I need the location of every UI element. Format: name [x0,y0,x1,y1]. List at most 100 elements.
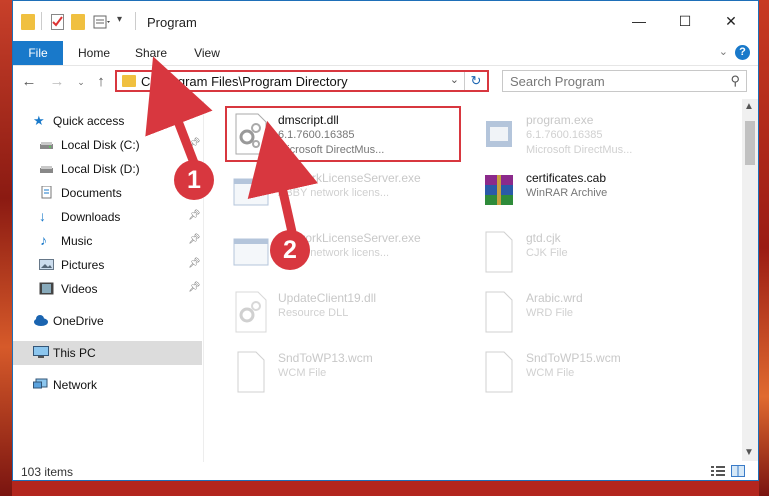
new-folder-icon[interactable] [71,14,85,30]
file-type: WCM File [278,367,327,379]
folder-icon [21,14,35,30]
list-item[interactable]: gtd.cjk CJK File [476,225,716,277]
sidebar-item-network[interactable]: Network [13,373,202,397]
large-icons-view-icon[interactable] [731,465,745,477]
sidebar-item-label: Network [53,378,98,392]
tab-view[interactable]: View [187,41,227,65]
list-item[interactable]: program.exe 6.1.7600.16385 Microsoft Dir… [476,107,716,159]
tab-share[interactable]: Share [131,41,171,65]
search-icon[interactable]: ⚲ [730,73,740,89]
file-name: program.exe [526,113,594,127]
pin-icon[interactable]: 📌︎ [188,210,201,221]
list-item[interactable]: certificates.cab WinRAR Archive [476,165,716,217]
desktop-background-right [759,0,769,496]
file-type: WCM File [526,367,575,379]
file-type: WRD File [526,307,574,319]
details-view-icon[interactable] [711,465,725,477]
list-item[interactable]: NetworkLicenseServer.exe ABBY network li… [228,225,468,277]
close-button[interactable]: ✕ [721,13,741,29]
help-button[interactable]: ? [735,45,750,60]
expand-ribbon-icon[interactable]: ⌄ [719,45,728,58]
sidebar-item-this-pc[interactable]: This PC [13,341,202,365]
pin-icon[interactable]: 📌︎ [188,138,201,149]
dll-gear-icon [232,291,270,333]
file-version: 6.1.7600.16385 [526,129,603,141]
tab-home[interactable]: Home [71,41,117,65]
back-button[interactable]: ← [19,72,39,92]
sidebar-item-onedrive[interactable]: OneDrive [13,309,202,333]
folder-icon [122,75,136,87]
file-name: UpdateClient19.dll [278,291,377,305]
sidebar-item-label: This PC [53,346,96,360]
search-box[interactable]: Search Program ⚲ [502,70,747,92]
music-icon: ♪ [40,232,47,248]
file-type: Resource DLL [278,307,349,319]
pin-icon[interactable]: 📌︎ [188,282,201,293]
sidebar-item-label: Downloads [61,210,121,224]
pin-icon[interactable]: 📌︎ [188,234,201,245]
title-bar: ▾ Program — ☐ ✕ [13,1,758,41]
vertical-scrollbar[interactable]: ▲ ▼ [742,99,758,461]
recent-locations-icon[interactable]: ⌄ [71,72,91,92]
properties-icon[interactable] [51,14,64,30]
file-name: Arabic.wrd [526,291,583,305]
customize-icon[interactable] [93,14,111,30]
navigation-pane: ★ Quick access Local Disk (C:) 📌︎ Local … [13,101,204,466]
list-item[interactable]: SndToWP15.wcm WCM File [476,345,716,397]
sidebar-item-local-disk-c[interactable]: Local Disk (C:) 📌︎ [13,133,202,157]
blank-file-icon [232,351,270,393]
address-path[interactable]: C:\Program Files\Program Directory [141,74,348,89]
sidebar-item-videos[interactable]: Videos 📌︎ [13,277,202,301]
file-name: NetworkLicenseServer.exe [278,171,421,185]
up-button[interactable]: ↑ [91,72,111,92]
file-type: ABBY network licens... [278,187,390,199]
scrollbar-thumb[interactable] [745,121,755,165]
drive-icon [39,162,54,175]
file-name: SndToWP13.wcm [278,351,373,365]
list-item[interactable]: Arabic.wrd WRD File [476,285,716,337]
sidebar-item-label: Local Disk (D:) [61,162,140,176]
search-placeholder[interactable]: Search Program [510,74,605,89]
quick-access-toolbar-dropdown-icon[interactable]: ▾ [117,14,122,25]
videos-icon [39,282,54,295]
minimize-button[interactable]: — [629,13,649,29]
sidebar-item-label: Music [61,234,93,248]
desktop-background [0,0,12,496]
sidebar-item-quick-access[interactable]: ★ Quick access [13,109,202,133]
sidebar-item-label: Documents [61,186,122,200]
address-bar[interactable]: C:\Program Files\Program Directory ⌄ ↻ [115,70,489,92]
cloud-icon [33,314,48,327]
file-highlight-box [225,106,461,162]
file-type: WinRAR Archive [526,187,608,199]
scroll-down-icon[interactable]: ▼ [744,447,754,458]
scroll-up-icon[interactable]: ▲ [744,101,754,112]
star-icon: ★ [33,113,45,128]
computer-icon [33,346,49,359]
list-item[interactable]: NetworkLicenseServer.exe ABBY network li… [228,165,468,217]
forward-button[interactable]: → [47,72,67,92]
status-bar: 103 items [13,462,758,480]
maximize-button[interactable]: ☐ [675,13,695,29]
blank-file-icon [480,231,518,273]
tab-file[interactable]: File [13,41,63,65]
sidebar-item-music[interactable]: ♪ Music 📌︎ [13,229,202,253]
sidebar-item-pictures[interactable]: Pictures 📌︎ [13,253,202,277]
sidebar-item-label: OneDrive [53,314,104,328]
blank-file-icon [480,291,518,333]
sidebar-item-label: Videos [61,282,98,296]
pin-icon[interactable]: 📌︎ [188,258,201,269]
winrar-icon [480,171,518,213]
exe-window-icon [232,231,270,273]
list-item[interactable]: SndToWP13.wcm WCM File [228,345,468,397]
refresh-icon[interactable]: ↻ [464,72,487,90]
ribbon: File Home Share View ⌄ ? [13,41,758,66]
blank-file-icon [480,351,518,393]
file-type: CJK File [526,247,568,259]
sidebar-item-label: Local Disk (C:) [61,138,140,152]
sidebar-item-label: Quick access [53,114,125,128]
file-name: SndToWP15.wcm [526,351,621,365]
navigation-bar: ← → ⌄ ↑ C:\Program Files\Program Directo… [13,66,758,98]
address-dropdown-icon[interactable]: ⌄ [450,73,459,86]
list-item[interactable]: UpdateClient19.dll Resource DLL [228,285,468,337]
sidebar-item-downloads[interactable]: ↓ Downloads 📌︎ [13,205,202,229]
